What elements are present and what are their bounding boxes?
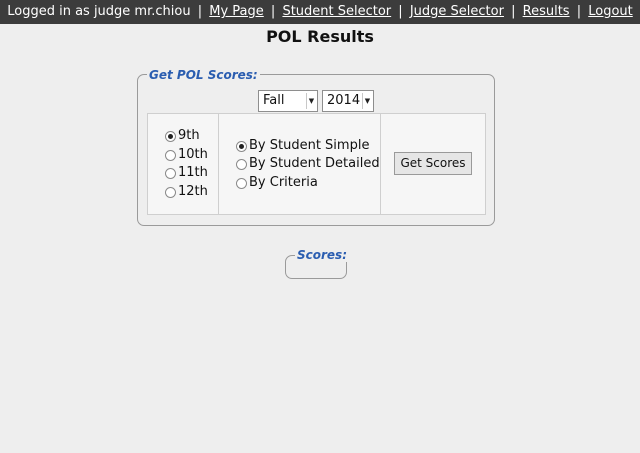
logged-in-text: Logged in as judge mr.chiou [7, 4, 191, 19]
nav-link-my-page[interactable]: My Page [209, 4, 264, 19]
chevron-down-icon: ▼ [362, 93, 372, 109]
radio-checked-icon[interactable] [236, 140, 247, 152]
grade-label: 11th [178, 165, 208, 180]
column-divider [380, 113, 381, 215]
nav-separator: | [511, 4, 516, 19]
chevron-down-icon: ▼ [306, 93, 316, 109]
grade-option-12th[interactable]: 12th [165, 183, 208, 201]
report-type-label: By Student Simple [249, 138, 370, 153]
nav-separator: | [197, 4, 203, 19]
nav-link-judge-selector[interactable]: Judge Selector [410, 4, 504, 19]
grade-label: 10th [178, 147, 208, 162]
report-type-label: By Student Detailed [249, 156, 380, 171]
radio-icon[interactable] [165, 149, 176, 161]
grade-label: 9th [178, 128, 200, 143]
nav-link-student-selector[interactable]: Student Selector [282, 4, 391, 19]
grade-label: 12th [178, 184, 208, 199]
nav-separator: | [398, 4, 403, 19]
column-divider [218, 113, 219, 215]
scores-fieldset: Scores: [285, 248, 349, 279]
get-pol-scores-legend: Get POL Scores: [147, 68, 260, 82]
grade-option-9th[interactable]: 9th [165, 127, 200, 145]
radio-icon[interactable] [165, 167, 176, 179]
season-select-value: Fall [263, 93, 285, 108]
page-title: POL Results [266, 27, 374, 46]
top-navigation-bar: Logged in as judge mr.chiou | My Page | … [0, 0, 640, 24]
get-scores-button[interactable]: Get Scores [394, 152, 472, 175]
nav-separator: | [576, 4, 582, 19]
radio-checked-icon[interactable] [165, 130, 176, 142]
radio-icon[interactable] [236, 158, 247, 170]
scores-legend: Scores: [295, 248, 349, 262]
report-type-label: By Criteria [249, 175, 318, 190]
report-option-by-student-simple[interactable]: By Student Simple [236, 137, 369, 155]
grade-option-10th[interactable]: 10th [165, 146, 208, 164]
nav-link-results[interactable]: Results [523, 4, 570, 19]
report-option-by-student-detailed[interactable]: By Student Detailed [236, 155, 380, 173]
year-select[interactable]: 2014 ▼ [322, 90, 374, 112]
year-select-value: 2014 [327, 93, 361, 108]
grade-option-11th[interactable]: 11th [165, 164, 208, 182]
nav-separator: | [270, 4, 276, 19]
radio-icon[interactable] [165, 186, 176, 198]
report-option-by-criteria[interactable]: By Criteria [236, 174, 318, 192]
nav-link-logout[interactable]: Logout [588, 4, 633, 19]
radio-icon[interactable] [236, 177, 247, 189]
season-select[interactable]: Fall ▼ [258, 90, 318, 112]
